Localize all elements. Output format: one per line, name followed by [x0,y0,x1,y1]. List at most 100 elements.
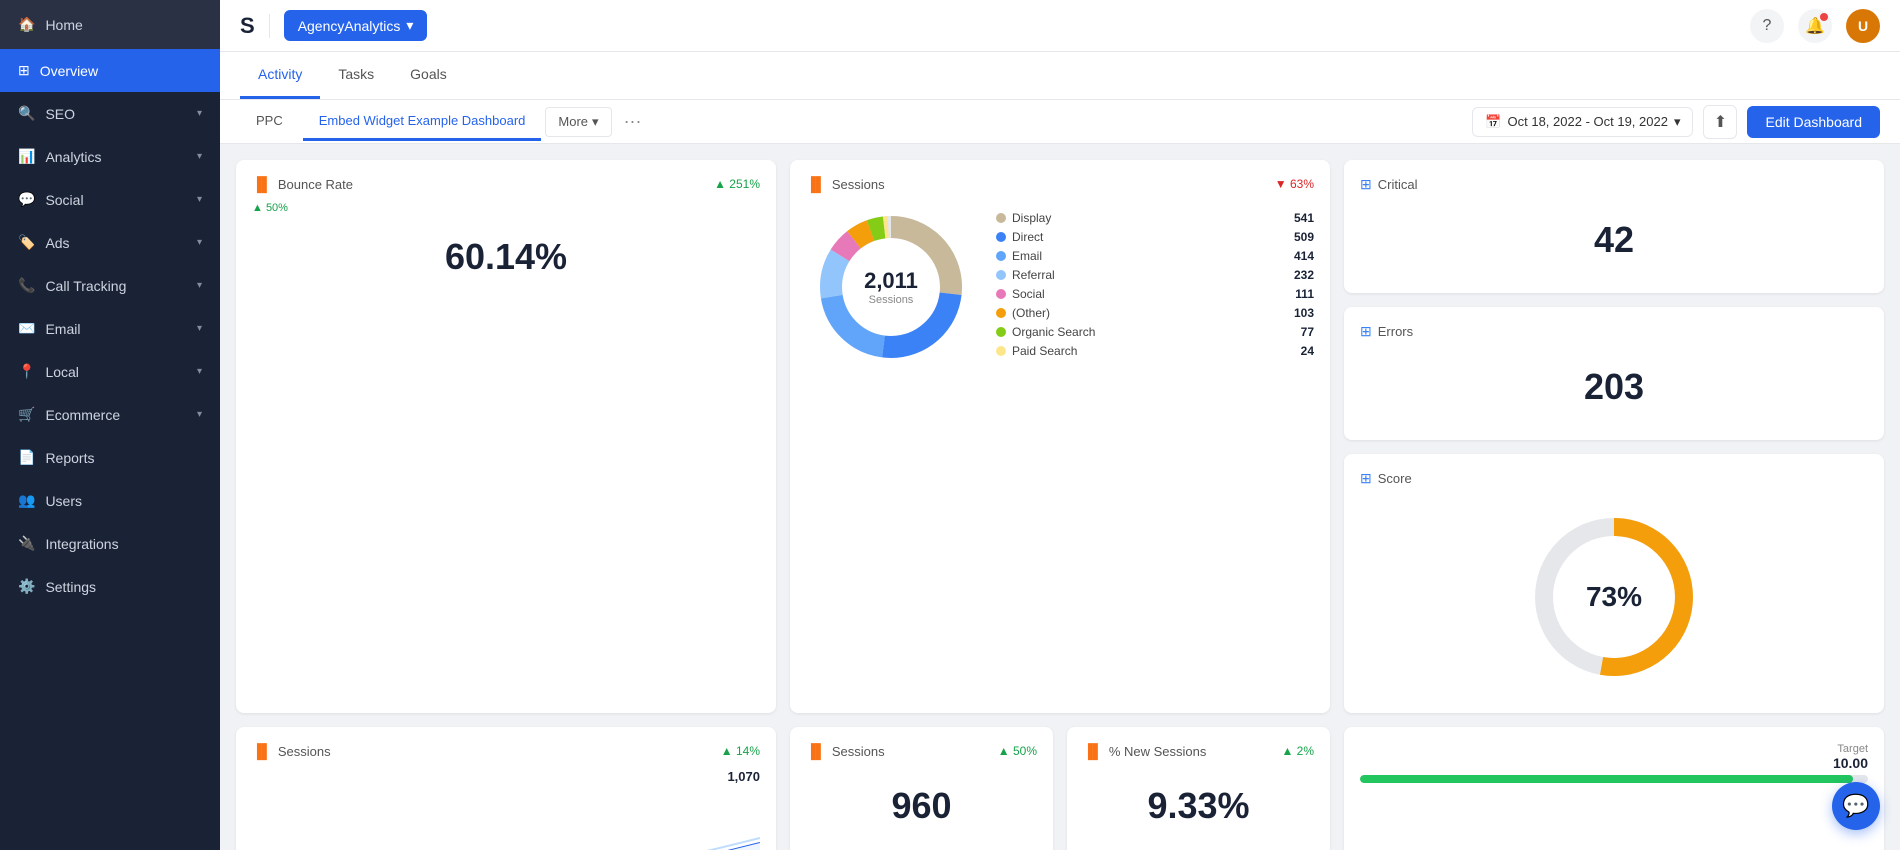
new-sessions-label: % New Sessions [1109,744,1207,759]
agency-label: AgencyAnalytics [298,18,401,34]
sidebar-item-home[interactable]: 🏠 Home [0,0,220,49]
sidebar-item-users[interactable]: 👥 Users [0,479,220,522]
tab-goals[interactable]: Goals [392,52,465,99]
sidebar-label-ecommerce: Ecommerce [45,407,120,423]
avatar-initials: U [1858,18,1868,34]
tab-ppc[interactable]: PPC [240,103,299,141]
ellipsis-icon: ··· [624,111,642,131]
line-chart-badge: ▲ 14% [721,744,760,758]
new-sessions-badge: ▲ 2% [1281,744,1314,758]
sidebar-item-ads[interactable]: 🏷️ Ads ▾ [0,221,220,264]
tab-ppc-label: PPC [256,113,283,128]
sidebar-item-reports[interactable]: 📄 Reports [0,436,220,479]
sidebar-item-settings[interactable]: ⚙️ Settings [0,565,220,608]
avatar[interactable]: U [1846,9,1880,43]
legend-dot-display [996,213,1006,223]
notifications-button[interactable]: 🔔 [1798,9,1832,43]
sessions-small-header: ▐▌ Sessions ▲ 50% [806,743,1037,759]
chevron-down-icon: ▾ [1674,114,1681,130]
sidebar-label-local: Local [45,364,78,380]
sidebar-label-users: Users [45,493,82,509]
sidebar-item-social[interactable]: 💬 Social ▾ [0,178,220,221]
topbar: S AgencyAnalytics ▾ ? 🔔 U [220,0,1900,52]
chevron-down-icon: ▾ [197,194,202,205]
sidebar-item-local[interactable]: 📍 Local ▾ [0,350,220,393]
legend-dot-direct [996,232,1006,242]
score-label: Score [1378,471,1412,486]
grid-icon-errors: ⊞ [1360,323,1372,340]
tab-activity[interactable]: Activity [240,52,320,99]
legend-dot-other [996,308,1006,318]
legend-value-display: 541 [1294,211,1314,225]
sessions-donut-chart: 2,011 Sessions [806,202,976,372]
sidebar-item-analytics[interactable]: 📊 Analytics ▾ [0,135,220,178]
legend-dot-social [996,289,1006,299]
new-sessions-title: ▐▌ % New Sessions [1083,743,1206,759]
progress-left-target-header: Target 10.00 [1360,743,1868,771]
sidebar-label-overview: Overview [40,63,98,79]
legend-label-direct: Direct [1012,230,1043,244]
line-chart-title: ▐▌ Sessions [252,743,331,759]
edit-dashboard-button[interactable]: Edit Dashboard [1747,106,1880,138]
bounce-rate-card: ▐▌ Bounce Rate ▲ 251% ▲ 50% 60.14% [236,160,776,713]
right-column: ⊞ Critical 42 ⊞ Errors 203 [1344,160,1884,713]
date-range-picker[interactable]: 📅 Oct 18, 2022 - Oct 19, 2022 ▾ [1472,107,1693,137]
sidebar-item-seo[interactable]: 🔍 SEO ▾ [0,92,220,135]
chevron-down-icon: ▾ [197,280,202,291]
share-button[interactable]: ⬆ [1703,105,1737,139]
file-icon: 📄 [18,449,35,466]
critical-header: ⊞ Critical [1360,176,1868,193]
score-card: ⊞ Score 73% [1344,454,1884,713]
social-icon: 💬 [18,191,35,208]
chat-button[interactable]: 💬 [1832,782,1880,830]
chevron-down-icon: ▾ [197,151,202,162]
tab-tasks[interactable]: Tasks [320,52,392,99]
sessions-small-badge: ▲ 50% [998,744,1037,758]
sidebar-item-email[interactable]: ✉️ Email ▾ [0,307,220,350]
bar-chart-icon-line: ▐▌ [252,743,272,759]
analytics-icon: 📊 [18,148,35,165]
critical-card: ⊞ Critical 42 [1344,160,1884,293]
sidebar-item-overview[interactable]: ⊞ Overview [0,49,220,92]
more-button[interactable]: More ▾ [545,107,611,137]
legend-item-direct: Direct 509 [996,230,1314,244]
line-chart-header: ▐▌ Sessions ▲ 14% [252,743,760,759]
legend-item-paid: Paid Search 24 [996,344,1314,358]
sessions-small-badge-value: ▲ 50% [998,744,1037,758]
legend-value-organic: 77 [1301,325,1314,339]
legend-label-social: Social [1012,287,1045,301]
bounce-rate-title: ▐▌ Bounce Rate [252,176,353,192]
sessions-small-label: Sessions [832,744,885,759]
more-options-button[interactable]: ··· [616,107,650,136]
map-pin-icon: 📍 [18,363,35,380]
sidebar-label-email: Email [45,321,80,337]
legend-label-referral: Referral [1012,268,1055,282]
sidebar-label-settings: Settings [45,579,96,595]
new-sessions-value: 9.33% [1083,769,1314,843]
agency-analytics-button[interactable]: AgencyAnalytics ▾ [284,10,428,41]
progress-left-target-value: 10.00 [1833,755,1868,771]
progress-left-fill [1360,775,1853,783]
sessions-donut-title: ▐▌ Sessions [806,176,885,192]
sidebar-item-ecommerce[interactable]: 🛒 Ecommerce ▾ [0,393,220,436]
bounce-rate-badge: ▲ 251% [714,177,760,191]
line-chart-badge-value: ▲ 14% [721,744,760,758]
users-icon: 👥 [18,492,35,509]
tab-embed-widget[interactable]: Embed Widget Example Dashboard [303,103,542,141]
legend-label-email: Email [1012,249,1042,263]
sessions-donut-label: Sessions [832,177,885,192]
new-sessions-card: ▐▌ % New Sessions ▲ 2% 9.33% [1067,727,1330,850]
sidebar-item-call-tracking[interactable]: 📞 Call Tracking ▾ [0,264,220,307]
bounce-rate-header: ▐▌ Bounce Rate ▲ 251% [252,176,760,192]
legend-dot-paid [996,346,1006,356]
help-button[interactable]: ? [1750,9,1784,43]
tab-embed-widget-label: Embed Widget Example Dashboard [319,113,526,128]
sidebar-item-integrations[interactable]: 🔌 Integrations [0,522,220,565]
legend-item-social: Social 111 [996,287,1314,301]
score-header: ⊞ Score [1360,470,1868,487]
legend-label-other: (Other) [1012,306,1050,320]
tab-activity-label: Activity [258,66,302,82]
line-svg [252,788,760,850]
legend-label-organic: Organic Search [1012,325,1095,339]
bounce-rate-badge-value: ▲ 251% [714,177,760,191]
